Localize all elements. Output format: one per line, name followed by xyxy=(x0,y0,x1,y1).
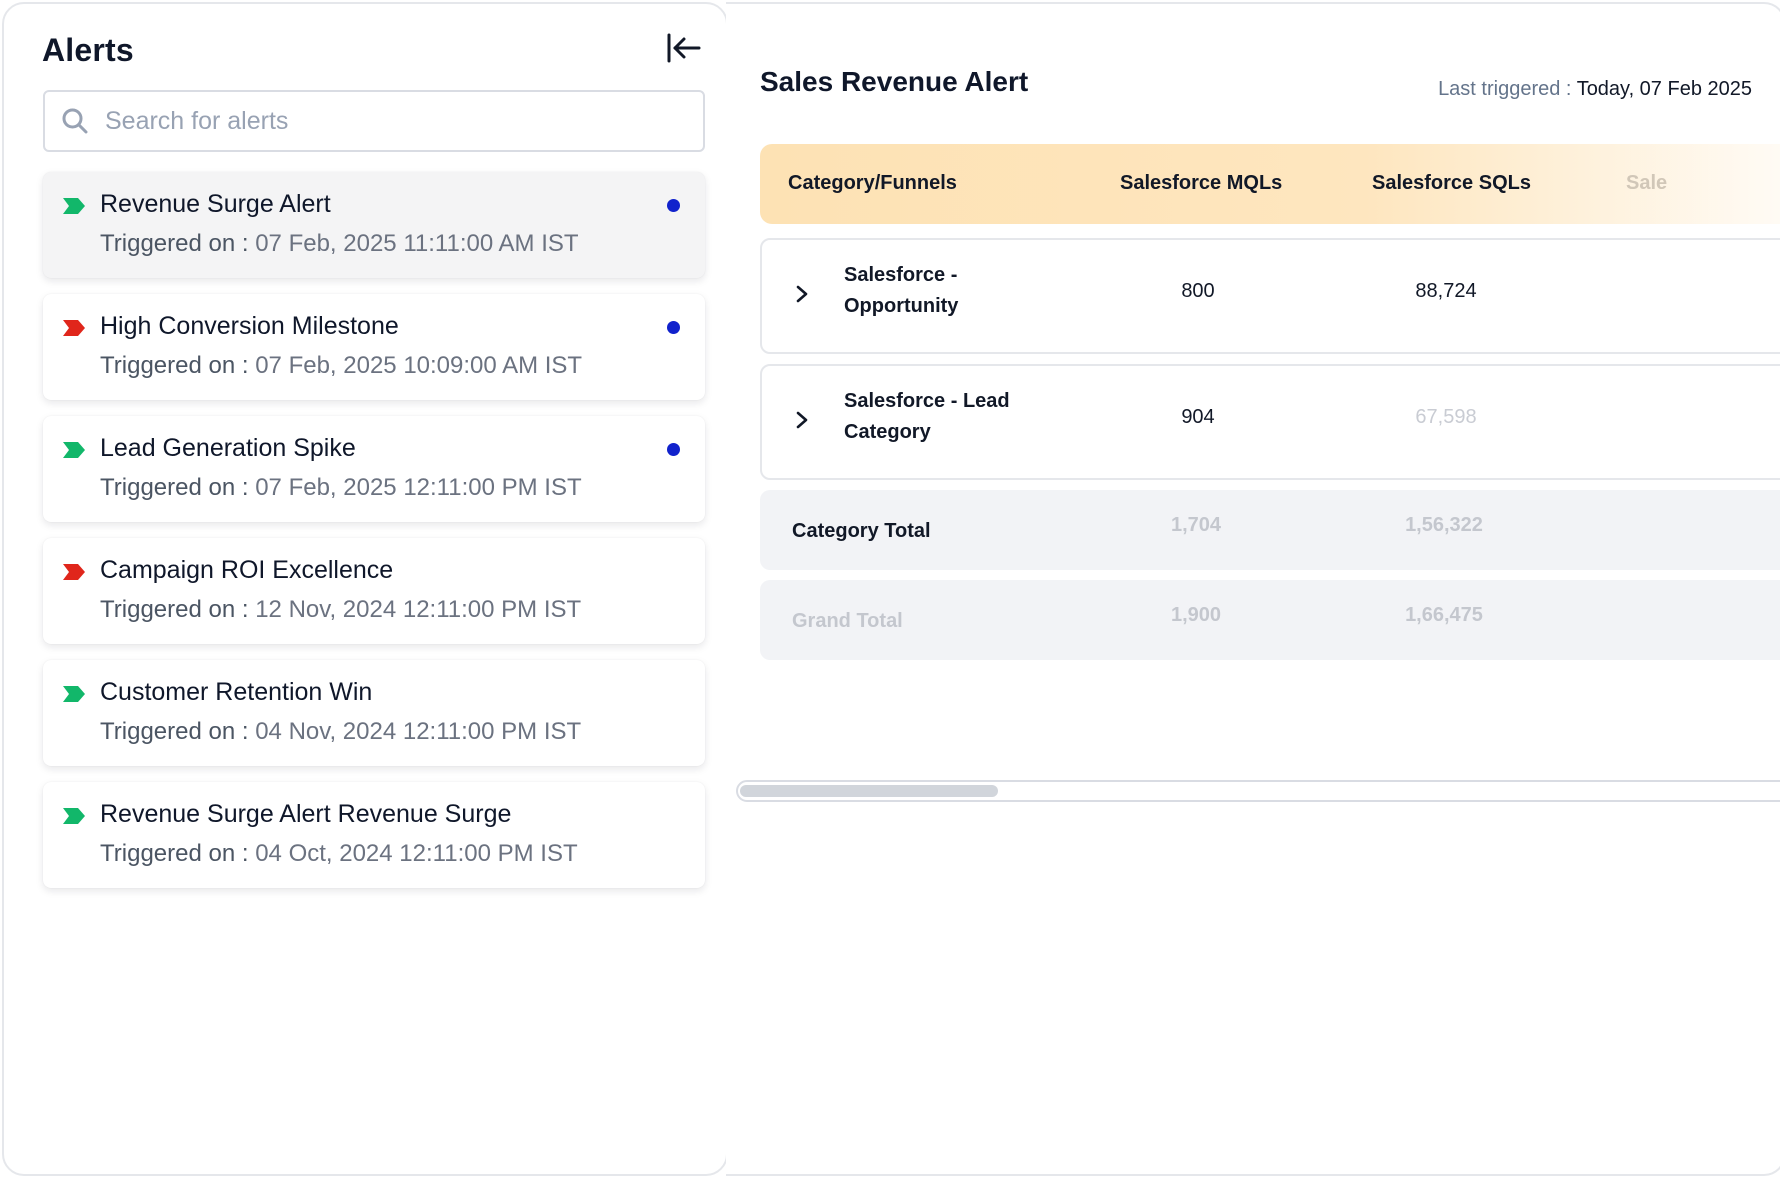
alert-item[interactable]: Revenue Surge Alert Revenue Surge Trigge… xyxy=(43,782,705,888)
alert-item[interactable]: High Conversion Milestone Triggered on :… xyxy=(43,294,705,400)
unread-indicator xyxy=(667,321,680,334)
column-header-mqls[interactable]: Salesforce MQLs xyxy=(1120,172,1282,195)
column-header-next[interactable]: Sale xyxy=(1626,172,1667,195)
triggered-time: 07 Feb, 2025 11:11:00 AM IST xyxy=(255,230,579,257)
triggered-label: Triggered on : xyxy=(100,840,249,867)
search-icon xyxy=(62,108,88,134)
last-triggered-value: Today, 07 Feb 2025 xyxy=(1576,78,1752,100)
alert-list: Revenue Surge Alert Triggered on : 07 Fe… xyxy=(43,172,707,904)
arrow-left-to-line-icon xyxy=(667,33,701,63)
triggered-time: 07 Feb, 2025 10:09:00 AM IST xyxy=(255,352,583,379)
search-input[interactable] xyxy=(105,100,685,142)
flag-icon xyxy=(63,442,85,458)
chevron-right-icon[interactable] xyxy=(792,408,812,432)
alert-triggered: Triggered on : 07 Feb, 2025 12:11:00 PM … xyxy=(100,474,582,502)
triggered-label: Triggered on : xyxy=(100,230,249,257)
grand-total-row: Grand Total 1,900 1,66,475 xyxy=(760,580,1780,660)
alert-triggered: Triggered on : 04 Nov, 2024 12:11:00 PM … xyxy=(100,718,581,746)
cell-sqls: 88,724 xyxy=(1415,280,1477,302)
unread-indicator xyxy=(667,443,680,456)
triggered-label: Triggered on : xyxy=(100,718,249,745)
column-header-sqls[interactable]: Salesforce SQLs xyxy=(1372,172,1531,195)
cell-sqls: 67,598 xyxy=(1415,406,1477,428)
table-row: Salesforce - Lead Category 904 67,598 xyxy=(760,364,1780,480)
table-row: Salesforce - Opportunity 800 88,724 xyxy=(760,238,1780,354)
alerts-panel: Alerts Revenue Surge Alert Triggered on … xyxy=(2,2,728,1176)
category-total-label: Category Total xyxy=(792,520,931,542)
last-triggered: Last triggered : Today, 07 Feb 2025 xyxy=(1438,78,1752,101)
unread-indicator xyxy=(667,199,680,212)
scrollbar-thumb[interactable] xyxy=(740,785,998,797)
cell-mqls: 904 xyxy=(1181,406,1215,428)
triggered-label: Triggered on : xyxy=(100,474,249,501)
chevron-right-icon[interactable] xyxy=(792,282,812,306)
flag-icon xyxy=(63,564,85,580)
triggered-time: 04 Oct, 2024 12:11:00 PM IST xyxy=(255,840,578,867)
alert-item[interactable]: Campaign ROI Excellence Triggered on : 1… xyxy=(43,538,705,644)
cell-mqls: 800 xyxy=(1181,280,1215,302)
flag-icon xyxy=(63,320,85,336)
category-total-sqls: 1,56,322 xyxy=(1405,514,1483,536)
flag-icon xyxy=(63,808,85,824)
alert-name: Campaign ROI Excellence xyxy=(100,556,394,584)
alert-triggered: Triggered on : 07 Feb, 2025 11:11:00 AM … xyxy=(100,230,579,258)
alert-item[interactable]: Customer Retention Win Triggered on : 04… xyxy=(43,660,705,766)
alert-name: Customer Retention Win xyxy=(100,678,373,706)
grand-total-sqls: 1,66,475 xyxy=(1405,604,1483,626)
row-category: Salesforce - Lead Category xyxy=(844,390,1010,443)
alert-item[interactable]: Lead Generation Spike Triggered on : 07 … xyxy=(43,416,705,522)
funnel-table: Category/Funnels Salesforce MQLs Salesfo… xyxy=(760,144,1780,664)
grand-total-label: Grand Total xyxy=(792,610,903,632)
alerts-title: Alerts xyxy=(42,32,134,68)
column-header-category[interactable]: Category/Funnels xyxy=(788,172,957,195)
category-total-row: Category Total 1,704 1,56,322 xyxy=(760,490,1780,570)
triggered-time: 12 Nov, 2024 12:11:00 PM IST xyxy=(255,596,582,623)
alert-name: Revenue Surge Alert xyxy=(100,190,331,218)
table-header: Category/Funnels Salesforce MQLs Salesfo… xyxy=(760,144,1780,224)
alert-item[interactable]: Revenue Surge Alert Triggered on : 07 Fe… xyxy=(43,172,705,278)
flag-icon xyxy=(63,686,85,702)
triggered-label: Triggered on : xyxy=(100,596,249,623)
flag-icon xyxy=(63,198,85,214)
alert-name: Lead Generation Spike xyxy=(100,434,356,462)
alert-name: High Conversion Milestone xyxy=(100,312,399,340)
last-triggered-label: Last triggered : xyxy=(1438,78,1572,100)
alert-detail-panel: Sales Revenue Alert Last triggered : Tod… xyxy=(726,2,1780,1176)
grand-total-mqls: 1,900 xyxy=(1170,604,1222,626)
triggered-label: Triggered on : xyxy=(100,352,249,379)
alert-triggered: Triggered on : 04 Oct, 2024 12:11:00 PM … xyxy=(100,840,578,868)
detail-title: Sales Revenue Alert xyxy=(760,66,1029,97)
horizontal-scrollbar[interactable] xyxy=(736,780,1780,802)
alert-triggered: Triggered on : 12 Nov, 2024 12:11:00 PM … xyxy=(100,596,581,624)
alert-name: Revenue Surge Alert Revenue Surge xyxy=(100,800,512,828)
search-box xyxy=(43,90,705,152)
triggered-time: 07 Feb, 2025 12:11:00 PM IST xyxy=(255,474,582,501)
row-category: Salesforce - Opportunity xyxy=(844,264,959,317)
category-total-mqls: 1,704 xyxy=(1170,514,1222,536)
alert-triggered: Triggered on : 07 Feb, 2025 10:09:00 AM … xyxy=(100,352,582,380)
triggered-time: 04 Nov, 2024 12:11:00 PM IST xyxy=(255,718,582,745)
collapse-panel-button[interactable] xyxy=(664,30,704,66)
